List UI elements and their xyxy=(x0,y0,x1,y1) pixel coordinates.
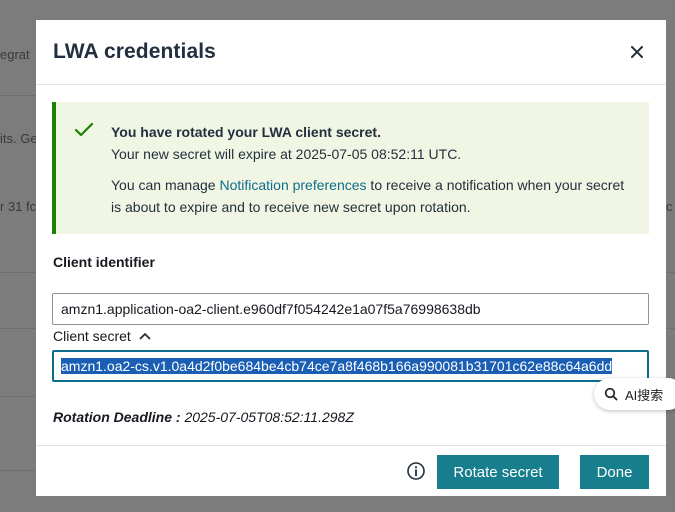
background-divider xyxy=(0,396,36,397)
background-divider xyxy=(665,328,675,329)
modal-footer: Rotate secret Done xyxy=(36,445,666,496)
lwa-credentials-modal: LWA credentials You have rotated your LW… xyxy=(36,20,666,496)
background-text: its. Ge xyxy=(0,131,38,146)
alert-body: You have rotated your LWA client secret.… xyxy=(111,121,629,218)
background-text: r 31 fc xyxy=(0,199,37,214)
client-secret-field[interactable]: amzn1.oa2-cs.v1.0a4d2f0be684be4cb74ce7a8… xyxy=(52,350,649,382)
ai-search-label: AI搜索 xyxy=(625,387,664,403)
info-icon[interactable] xyxy=(406,461,426,481)
success-alert: You have rotated your LWA client secret.… xyxy=(52,102,649,234)
manage-prefix: You can manage xyxy=(111,177,220,193)
close-button[interactable] xyxy=(625,40,649,64)
background-divider xyxy=(0,272,36,273)
modal-header: LWA credentials xyxy=(36,20,666,85)
rotation-deadline-label: Rotation Deadline : xyxy=(53,409,181,425)
notification-preferences-link[interactable]: Notification preferences xyxy=(219,177,366,193)
search-icon xyxy=(604,387,618,401)
client-identifier-field[interactable]: amzn1.application-oa2-client.e960df7f054… xyxy=(52,293,649,325)
background-divider xyxy=(0,470,36,471)
client-secret-label: Client secret xyxy=(53,328,131,344)
background-text: c xyxy=(666,199,673,214)
background-divider xyxy=(0,328,36,329)
background-text: egrat xyxy=(0,47,30,62)
modal-title: LWA credentials xyxy=(53,40,216,63)
rotation-deadline: Rotation Deadline : 2025-07-05T08:52:11.… xyxy=(53,409,354,425)
alert-manage-text: You can manage Notification preferences … xyxy=(111,174,629,218)
ai-search-chip[interactable]: AI搜索 xyxy=(594,378,675,410)
check-icon xyxy=(74,122,94,137)
background-divider xyxy=(0,95,36,96)
rotation-deadline-value: 2025-07-05T08:52:11.298Z xyxy=(184,409,354,425)
client-secret-toggle[interactable]: Client secret xyxy=(53,328,151,344)
close-icon xyxy=(631,46,643,58)
background-divider xyxy=(665,272,675,273)
alert-expiry-text: Your new secret will expire at 2025-07-0… xyxy=(111,146,462,162)
alert-title: You have rotated your LWA client secret. xyxy=(111,124,381,140)
chevron-up-icon xyxy=(139,333,151,340)
done-button[interactable]: Done xyxy=(580,455,649,489)
client-identifier-label: Client identifier xyxy=(53,254,155,270)
rotate-secret-button[interactable]: Rotate secret xyxy=(437,455,559,489)
client-secret-value: amzn1.oa2-cs.v1.0a4d2f0be684be4cb74ce7a8… xyxy=(61,358,613,374)
